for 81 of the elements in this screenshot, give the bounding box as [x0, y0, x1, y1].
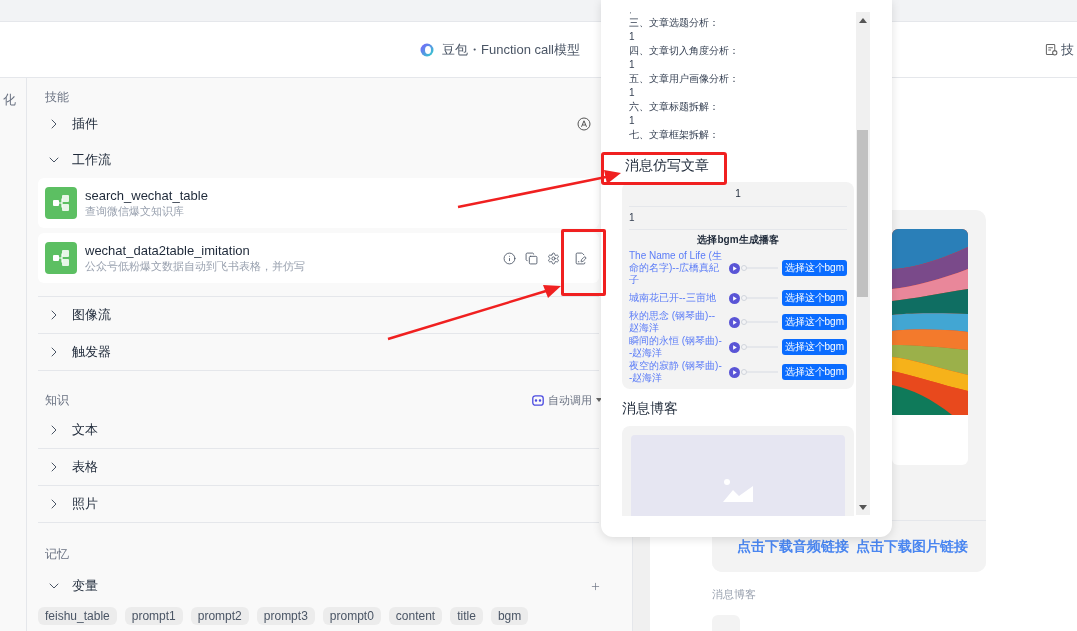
section-heading: 技能	[45, 89, 69, 106]
workflow-description: 查询微信爆文知识库	[85, 203, 185, 219]
workflow-icon	[45, 187, 77, 219]
variable-tag[interactable]: title	[450, 607, 483, 625]
bgm-title[interactable]: The Name of Life (生命的名字)--広橋真紀子	[629, 250, 725, 286]
slider-thumb[interactable]	[740, 295, 747, 301]
section-label[interactable]: 变量	[72, 576, 98, 596]
analysis-line: 四、文章切入角度分析：	[629, 44, 740, 58]
workflow-name: search_wechat_table	[85, 187, 208, 204]
play-icon[interactable]	[728, 316, 740, 328]
workflow-description: 公众号低粉爆文数据自动到飞书表格，并仿写	[85, 258, 305, 274]
analysis-line: 1	[629, 58, 636, 72]
play-icon[interactable]	[728, 366, 740, 378]
card-value: 1	[629, 182, 847, 207]
play-icon[interactable]	[728, 262, 740, 274]
bgm-title[interactable]: 秋的思念 (钢琴曲)--赵海洋	[629, 310, 725, 334]
select-bgm-button[interactable]: 选择这个bgm	[781, 260, 847, 276]
annotation-box	[561, 229, 606, 296]
settings-icon[interactable]	[547, 251, 560, 265]
select-bgm-button[interactable]: 选择这个bgm	[781, 339, 847, 355]
section-label[interactable]: 图像流	[72, 305, 111, 325]
variable-tag[interactable]: content	[388, 607, 443, 625]
scrollbar-thumb[interactable]	[857, 130, 868, 297]
play-icon[interactable]	[728, 292, 740, 304]
workflow-card[interactable]: wechat_data2table_imitation 公众号低粉爆文数据自动到飞书表格，并仿写	[38, 233, 599, 283]
variable-tag[interactable]: prompt3	[256, 607, 315, 625]
section-title: 消息博客	[622, 399, 678, 418]
variable-tag[interactable]: prompt2	[190, 607, 249, 625]
analysis-line: 1	[629, 114, 636, 128]
image-icon	[723, 478, 753, 502]
section-label[interactable]: 插件	[72, 114, 98, 134]
section-heading: 记忆	[45, 546, 69, 563]
header-button[interactable]: 技	[1045, 39, 1074, 60]
variable-tag[interactable]: prompt1	[124, 607, 183, 625]
workflow-card[interactable]: search_wechat_table 查询微信爆文知识库	[38, 178, 599, 228]
caret-circle-icon[interactable]	[577, 117, 591, 131]
section-label: 消息博客	[712, 587, 756, 602]
edit-note-icon[interactable]	[574, 251, 587, 265]
caret-icon	[596, 398, 602, 402]
select-bgm-button[interactable]: 选择这个bgm	[781, 364, 847, 380]
analysis-line: 1	[629, 30, 636, 44]
analysis-line: 六、文章标题拆解：	[629, 100, 720, 114]
variable-tag[interactable]: bgm	[490, 607, 529, 625]
section-label[interactable]: 触发器	[72, 342, 111, 362]
logo-icon	[420, 42, 434, 57]
select-bgm-button[interactable]: 选择这个bgm	[781, 290, 847, 306]
document-settings-icon	[1045, 43, 1058, 56]
analysis-line: 五、文章用户画像分析：	[629, 72, 740, 86]
auto-call-dropdown[interactable]: 自动调用	[532, 391, 602, 409]
section-title: 消息仿写文章	[625, 156, 709, 175]
section-label[interactable]: 表格	[72, 457, 98, 477]
section-heading: 知识	[45, 392, 69, 409]
strip-label: 化	[3, 91, 17, 109]
scrollbar[interactable]	[856, 12, 870, 515]
slider-thumb[interactable]	[740, 369, 747, 375]
analysis-line: 七、文章框架拆解：	[629, 128, 720, 142]
add-icon[interactable]	[590, 580, 601, 592]
slider-thumb[interactable]	[740, 344, 747, 350]
analysis-line: 1	[629, 86, 636, 100]
analysis-line: 三、文章选题分析：	[629, 16, 720, 30]
model-title: 豆包・Function call模型	[442, 40, 580, 59]
section-label[interactable]: 工作流	[72, 150, 111, 170]
scroll-down-icon[interactable]	[859, 505, 867, 510]
workflow-icon	[45, 242, 77, 274]
bgm-title[interactable]: 瞬间的永恒 (钢琴曲)--赵海洋	[629, 335, 725, 359]
section-label[interactable]: 照片	[72, 494, 98, 514]
form-title: 选择bgm生成播客	[696, 233, 780, 247]
bgm-title[interactable]: 夜空的寂静 (钢琴曲)--赵海洋	[629, 360, 725, 384]
play-icon[interactable]	[728, 341, 740, 353]
info-icon[interactable]	[503, 251, 516, 265]
card-value: 1	[629, 207, 847, 230]
slider-thumb[interactable]	[740, 265, 747, 271]
variable-tag[interactable]: prompt0	[322, 607, 381, 625]
section-label[interactable]: 文本	[72, 420, 98, 440]
select-bgm-button[interactable]: 选择这个bgm	[781, 314, 847, 330]
variable-tag[interactable]: feishu_table	[38, 607, 117, 625]
bgm-title[interactable]: 城南花已开--三亩地	[629, 292, 725, 304]
workflow-name: wechat_data2table_imitation	[85, 242, 251, 259]
slider-thumb[interactable]	[740, 319, 747, 325]
robot-icon	[532, 394, 544, 406]
copy-icon[interactable]	[525, 251, 538, 265]
